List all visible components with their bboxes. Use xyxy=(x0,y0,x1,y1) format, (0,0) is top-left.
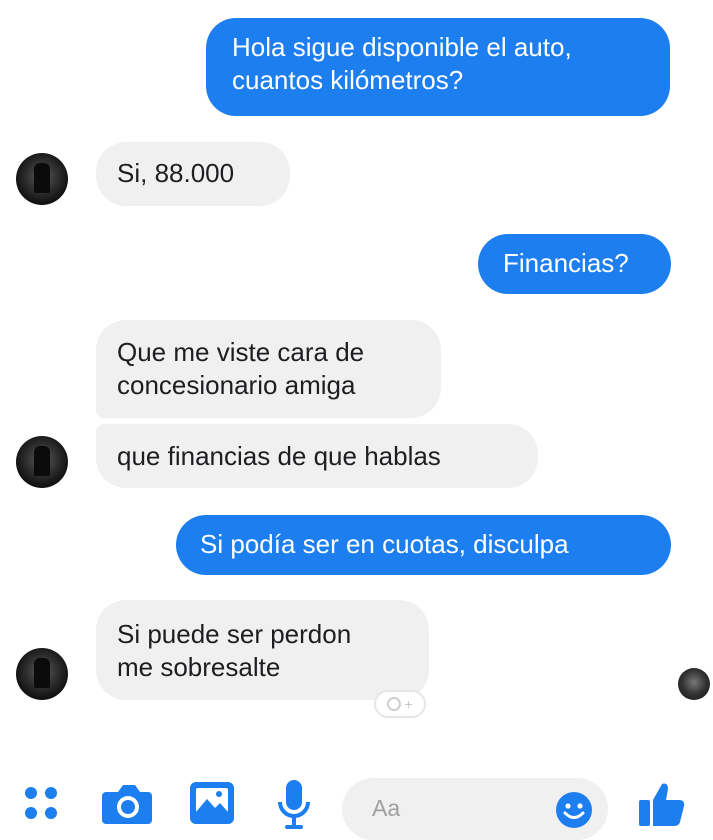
message-text-line: Si puede ser perdon xyxy=(117,619,352,649)
message-text-line: Si podía ser en cuotas, disculpa xyxy=(200,529,569,559)
add-reaction-button[interactable]: + xyxy=(374,690,426,718)
contact-avatar[interactable] xyxy=(16,436,68,488)
message-bubble-received[interactable]: Si puede ser perdon me sobresalte xyxy=(96,600,429,700)
message-bubble-sent[interactable]: Si podía ser en cuotas, disculpa xyxy=(176,515,671,575)
message-bubble-received[interactable]: Si, 88.000 xyxy=(96,142,290,206)
reaction-face-icon xyxy=(387,697,402,711)
camera-icon[interactable] xyxy=(100,780,154,826)
message-text-line: que financias de que hablas xyxy=(117,441,441,471)
seen-receipt-avatar xyxy=(678,668,710,700)
message-input[interactable]: Aa xyxy=(342,778,608,840)
contact-avatar[interactable] xyxy=(16,153,68,205)
thumbs-up-icon[interactable] xyxy=(636,778,688,830)
message-bubble-sent[interactable]: Hola sigue disponible el auto, cuantos k… xyxy=(206,18,670,116)
message-text-line: Hola sigue disponible el auto, xyxy=(232,32,572,62)
message-text-line: cuantos kilómetros? xyxy=(232,65,464,95)
image-icon[interactable] xyxy=(188,780,236,826)
microphone-icon[interactable] xyxy=(276,778,312,832)
message-bubble-received[interactable]: que financias de que hablas xyxy=(96,424,538,488)
message-input-placeholder: Aa xyxy=(372,795,401,821)
message-bubble-sent[interactable]: Financias? xyxy=(478,234,671,294)
contact-avatar[interactable] xyxy=(16,648,68,700)
message-text-line: Financias? xyxy=(503,248,629,278)
message-bubble-received[interactable]: Que me viste cara de concesionario amiga xyxy=(96,320,441,418)
apps-icon[interactable] xyxy=(20,782,64,826)
plus-icon: + xyxy=(404,696,413,712)
message-text-line: me sobresalte xyxy=(117,652,281,682)
emoji-icon[interactable] xyxy=(554,790,594,830)
message-text-line: Que me viste cara de xyxy=(117,337,365,367)
message-text-line: concesionario amiga xyxy=(117,370,356,400)
message-text-line: Si, 88.000 xyxy=(117,158,235,188)
message-composer-toolbar: Aa xyxy=(0,764,713,840)
